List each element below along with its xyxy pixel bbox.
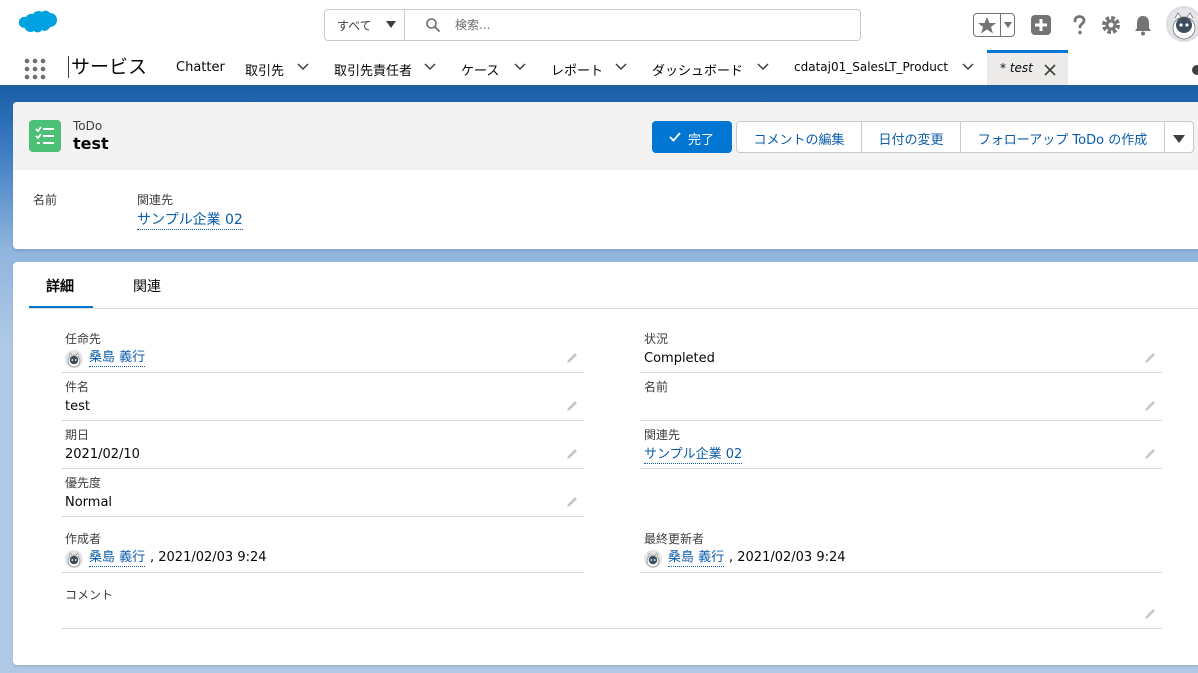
highlight-label-related: 関連先 bbox=[137, 193, 174, 207]
field-value-priority: Normal bbox=[65, 495, 113, 510]
field-divider bbox=[640, 420, 1162, 421]
field-divider bbox=[640, 372, 1162, 373]
field-label-priority: 優先度 bbox=[65, 476, 102, 490]
edit-comment-button[interactable]: コメントの編集 bbox=[736, 121, 862, 153]
star-icon[interactable] bbox=[976, 15, 998, 35]
avatar bbox=[65, 350, 83, 368]
record-title: test bbox=[73, 134, 109, 153]
record-highlights-panel: ToDo test 完了 コメントの編集 日付の変更 フォローアップ ToDo … bbox=[13, 102, 1198, 249]
astro-avatar-icon bbox=[1172, 12, 1196, 40]
add-icon[interactable] bbox=[1029, 13, 1053, 37]
nav-item-product[interactable]: cdataj01_SalesLT_Product bbox=[794, 50, 948, 85]
pencil-icon[interactable] bbox=[565, 495, 579, 509]
field-label-subject: 件名 bbox=[65, 380, 90, 394]
chevron-down-icon bbox=[1173, 135, 1185, 143]
pencil-icon[interactable] bbox=[1143, 447, 1157, 461]
pencil-icon[interactable] bbox=[1143, 607, 1157, 621]
chevron-down-icon[interactable] bbox=[757, 63, 769, 71]
field-value-subject: test bbox=[65, 399, 90, 414]
more-actions-button[interactable] bbox=[1164, 121, 1194, 153]
bell-icon[interactable] bbox=[1131, 13, 1155, 37]
tab-test-record[interactable]: * test bbox=[987, 50, 1068, 85]
pencil-icon[interactable] bbox=[1143, 351, 1157, 365]
nav-item-dashboards[interactable]: ダッシュボード bbox=[652, 50, 743, 85]
search-input[interactable] bbox=[455, 14, 845, 36]
field-divider bbox=[61, 628, 1162, 629]
field-label-status: 状況 bbox=[644, 332, 669, 346]
field-value-created-by-user[interactable]: 桑島 義行 bbox=[89, 550, 146, 567]
search-scope-label: すべて bbox=[337, 19, 372, 33]
record-type-label: ToDo bbox=[73, 119, 103, 133]
field-value-due-date: 2021/02/10 bbox=[65, 447, 140, 462]
field-label-related-to: 関連先 bbox=[644, 428, 681, 442]
search-icon bbox=[426, 18, 440, 32]
favorites-button-group bbox=[973, 13, 1015, 37]
close-icon[interactable] bbox=[1043, 63, 1057, 77]
pencil-icon[interactable] bbox=[565, 399, 579, 413]
change-date-button[interactable]: 日付の変更 bbox=[861, 121, 961, 153]
tab-label: * test bbox=[1000, 61, 1033, 75]
global-header: すべて bbox=[0, 0, 1198, 50]
pencil-icon[interactable] bbox=[565, 447, 579, 461]
gear-icon[interactable] bbox=[1099, 13, 1123, 37]
field-value-last-modified-date: , 2021/02/03 9:24 bbox=[729, 550, 846, 565]
chevron-down-icon[interactable] bbox=[962, 63, 974, 71]
field-label-name: 名前 bbox=[644, 380, 669, 394]
highlight-related-link[interactable]: サンプル企業 02 bbox=[137, 211, 243, 230]
search-scope-select[interactable]: すべて bbox=[325, 10, 405, 40]
avatar bbox=[644, 550, 662, 568]
nav-item-reports[interactable]: レポート bbox=[551, 50, 603, 85]
chevron-down-icon[interactable] bbox=[514, 63, 526, 71]
chevron-down-icon[interactable] bbox=[424, 63, 436, 71]
pencil-icon[interactable] bbox=[1143, 399, 1157, 413]
pencil-icon[interactable] bbox=[565, 351, 579, 365]
favorites-menu-chevron-icon[interactable] bbox=[1004, 22, 1012, 28]
record-detail-panel: 詳細 関連 任命先 桑島 義行 状況 Completed 件名 test 名前 … bbox=[13, 262, 1198, 665]
field-divider bbox=[61, 572, 584, 573]
tab-related[interactable]: 関連 bbox=[133, 276, 161, 296]
field-divider bbox=[61, 420, 584, 421]
field-value-last-modified-user[interactable]: 桑島 義行 bbox=[668, 550, 725, 567]
record-header: ToDo test 完了 コメントの編集 日付の変更 フォローアップ ToDo … bbox=[13, 102, 1198, 170]
divider bbox=[1000, 14, 1001, 36]
app-name: サービス bbox=[68, 56, 147, 78]
task-icon bbox=[29, 120, 61, 152]
nav-item-accounts[interactable]: 取引先 bbox=[245, 50, 284, 85]
global-search: すべて bbox=[324, 9, 861, 41]
overflow-indicator bbox=[1192, 65, 1198, 75]
field-divider bbox=[61, 468, 584, 469]
field-divider bbox=[640, 468, 1162, 469]
field-divider bbox=[640, 572, 1162, 573]
field-value-related-to[interactable]: サンプル企業 02 bbox=[644, 447, 743, 464]
field-divider bbox=[61, 372, 584, 373]
check-icon bbox=[669, 132, 681, 142]
field-value-assignee[interactable]: 桑島 義行 bbox=[89, 350, 146, 367]
user-avatar[interactable] bbox=[1166, 6, 1198, 42]
nav-item-chatter[interactable]: Chatter bbox=[176, 50, 225, 85]
salesforce-logo[interactable] bbox=[16, 10, 58, 40]
field-label-last-modified-by: 最終更新者 bbox=[644, 532, 705, 546]
field-label-assignee: 任命先 bbox=[65, 332, 102, 346]
field-value-created-date: , 2021/02/03 9:24 bbox=[150, 550, 267, 565]
app-navigation-bar: サービス Chatter 取引先 取引先責任者 ケース レポート ダッシュボード… bbox=[0, 50, 1198, 88]
nav-item-cases[interactable]: ケース bbox=[461, 50, 499, 85]
nav-item-contacts[interactable]: 取引先責任者 bbox=[334, 50, 412, 85]
highlight-label-name: 名前 bbox=[33, 193, 58, 207]
complete-button[interactable]: 完了 bbox=[652, 121, 732, 153]
field-value-status: Completed bbox=[644, 351, 715, 366]
create-followup-task-button[interactable]: フォローアップ ToDo の作成 bbox=[960, 121, 1165, 153]
complete-button-label: 完了 bbox=[688, 133, 715, 148]
tab-details[interactable]: 詳細 bbox=[46, 276, 74, 296]
chevron-down-icon[interactable] bbox=[297, 63, 309, 71]
field-label-comment: コメント bbox=[65, 588, 114, 602]
help-icon[interactable] bbox=[1067, 13, 1091, 37]
field-divider bbox=[61, 516, 584, 517]
chevron-down-icon[interactable] bbox=[615, 63, 627, 71]
chevron-down-icon bbox=[386, 21, 396, 28]
field-label-created-by: 作成者 bbox=[65, 532, 102, 546]
app-launcher-icon[interactable] bbox=[24, 58, 46, 80]
avatar bbox=[65, 550, 83, 568]
field-label-due-date: 期日 bbox=[65, 428, 90, 442]
tabs-divider bbox=[29, 308, 1198, 309]
